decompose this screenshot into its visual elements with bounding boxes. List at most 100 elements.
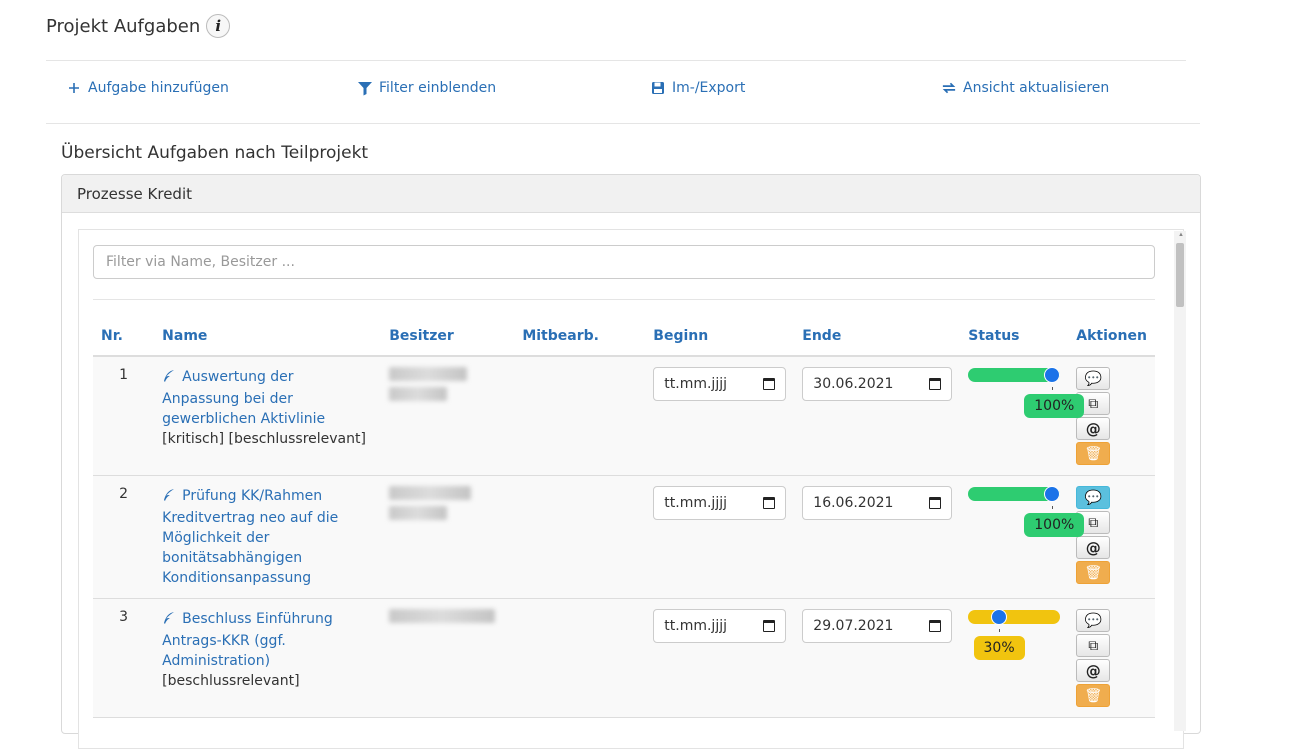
add-task-button[interactable]: Aufgabe hinzufügen bbox=[66, 80, 229, 96]
task-filter-input[interactable] bbox=[93, 245, 1155, 279]
show-filter-button[interactable]: Filter einblenden bbox=[357, 80, 496, 96]
page-title: Projekt Aufgaben bbox=[46, 15, 201, 37]
begin-date-input[interactable]: tt.mm.jjjj bbox=[653, 486, 787, 520]
scroll-up-icon[interactable]: ▲ bbox=[1178, 232, 1184, 238]
end-date-value: 29.07.2021 bbox=[813, 618, 894, 634]
scrollbar[interactable] bbox=[1174, 231, 1186, 731]
speech-bubbles-icon: 💬 bbox=[1084, 489, 1102, 506]
comments-button[interactable]: 💬 bbox=[1076, 367, 1111, 390]
column-header-nr[interactable]: Nr. bbox=[93, 317, 155, 357]
at-icon: @ bbox=[1085, 661, 1101, 680]
refresh-view-button[interactable]: Ansicht aktualisieren bbox=[941, 80, 1109, 96]
owner-blurred bbox=[389, 387, 448, 401]
refresh-arrows-icon bbox=[941, 80, 957, 96]
comments-button[interactable]: 💬 bbox=[1076, 486, 1111, 509]
at-icon: @ bbox=[1085, 419, 1101, 438]
feather-icon bbox=[162, 488, 176, 508]
owner-blurred bbox=[389, 609, 496, 623]
calendar-icon[interactable] bbox=[929, 620, 942, 632]
row-number: 3 bbox=[93, 598, 155, 718]
owner-blurred bbox=[389, 506, 448, 520]
divider bbox=[46, 123, 1200, 124]
task-name-link[interactable]: Beschluss Einführung Antrags-KKR (ggf. A… bbox=[162, 609, 373, 671]
calendar-icon[interactable] bbox=[763, 497, 776, 509]
begin-date-value: tt.mm.jjjj bbox=[664, 495, 727, 511]
column-header-name[interactable]: Name bbox=[154, 317, 382, 357]
owner-blurred bbox=[389, 486, 472, 500]
table-row: 3 Beschluss Einführung Antrags-KKR (ggf.… bbox=[93, 598, 1155, 718]
copy-icon: ⧉ bbox=[1088, 395, 1099, 412]
filter-icon bbox=[357, 80, 373, 96]
delete-button[interactable]: 🗑 bbox=[1076, 684, 1111, 707]
refresh-view-label: Ansicht aktualisieren bbox=[963, 80, 1110, 96]
status-slider[interactable]: 100% bbox=[968, 367, 1085, 437]
collaborators-cell bbox=[514, 598, 646, 718]
copy-button[interactable]: ⧉ bbox=[1076, 634, 1111, 657]
calendar-icon[interactable] bbox=[763, 378, 776, 390]
task-name-link[interactable]: Prüfung KK/Rahmen Kreditvertrag neo auf … bbox=[162, 486, 373, 588]
table-row: 2 Prüfung KK/Rahmen Kreditvertrag neo au… bbox=[93, 475, 1155, 599]
table-header-row: Nr. Name Besitzer Mitbearb. Beginn Ende … bbox=[93, 317, 1155, 357]
status-knob[interactable] bbox=[1044, 486, 1061, 502]
begin-date-value: tt.mm.jjjj bbox=[664, 618, 727, 634]
task-name-link[interactable]: Auswertung der Anpassung bei der gewerbl… bbox=[162, 367, 373, 429]
import-export-button[interactable]: Im-/Export bbox=[650, 80, 745, 96]
calendar-icon[interactable] bbox=[929, 378, 942, 390]
email-button[interactable]: @ bbox=[1076, 659, 1111, 682]
status-knob[interactable] bbox=[991, 609, 1008, 625]
speech-bubbles-icon: 💬 bbox=[1084, 370, 1102, 387]
import-export-label: Im-/Export bbox=[672, 80, 746, 96]
status-badge: 100% bbox=[1024, 513, 1085, 537]
task-table: Nr. Name Besitzer Mitbearb. Beginn Ende … bbox=[93, 317, 1155, 718]
status-pointer bbox=[999, 629, 1001, 632]
end-date-input[interactable]: 16.06.2021 bbox=[802, 486, 953, 520]
collaborators-cell bbox=[514, 356, 646, 476]
status-badge: 30% bbox=[973, 636, 1025, 660]
delete-button[interactable]: 🗑 bbox=[1076, 561, 1111, 584]
task-name-text: Prüfung KK/Rahmen Kreditvertrag neo auf … bbox=[162, 488, 339, 586]
toolbar: Aufgabe hinzufügen Filter einblenden Im-… bbox=[0, 80, 1299, 104]
task-name-text: Auswertung der Anpassung bei der gewerbl… bbox=[162, 369, 326, 427]
column-header-status[interactable]: Status bbox=[960, 317, 1069, 357]
delete-button[interactable]: 🗑 bbox=[1076, 442, 1111, 465]
column-header-begin[interactable]: Beginn bbox=[645, 317, 795, 357]
subproject-panel: Prozesse Kredit ▲ Nr. Name Besitzer Mitb… bbox=[61, 174, 1201, 749]
owner-blurred bbox=[389, 367, 468, 381]
calendar-icon[interactable] bbox=[763, 620, 776, 632]
status-pointer bbox=[1052, 387, 1054, 390]
trash-icon: 🗑 bbox=[1084, 445, 1103, 462]
task-name-text: Beschluss Einführung Antrags-KKR (ggf. A… bbox=[162, 611, 333, 669]
floppy-disk-icon bbox=[650, 80, 666, 96]
column-header-owner[interactable]: Besitzer bbox=[381, 317, 515, 357]
status-slider[interactable]: 100% bbox=[968, 486, 1085, 556]
status-pointer bbox=[1052, 506, 1054, 509]
status-track[interactable] bbox=[968, 610, 1061, 624]
end-date-input[interactable]: 30.06.2021 bbox=[802, 367, 953, 401]
begin-date-input[interactable]: tt.mm.jjjj bbox=[653, 609, 787, 643]
email-button[interactable]: @ bbox=[1076, 417, 1111, 440]
collaborators-cell bbox=[514, 475, 646, 599]
column-header-collaborators[interactable]: Mitbearb. bbox=[514, 317, 646, 357]
task-tags: [beschlussrelevant] bbox=[162, 673, 300, 689]
status-knob[interactable] bbox=[1044, 367, 1061, 383]
row-actions: 💬 ⧉ @ 🗑 bbox=[1076, 609, 1111, 707]
begin-date-input[interactable]: tt.mm.jjjj bbox=[653, 367, 787, 401]
calendar-icon[interactable] bbox=[929, 497, 942, 509]
status-slider[interactable]: 30% bbox=[968, 609, 1061, 679]
divider bbox=[46, 60, 1186, 61]
comments-button[interactable]: 💬 bbox=[1076, 609, 1111, 632]
feather-icon bbox=[162, 369, 176, 389]
at-icon: @ bbox=[1085, 538, 1101, 557]
column-header-end[interactable]: Ende bbox=[794, 317, 961, 357]
info-icon[interactable]: i bbox=[206, 14, 231, 38]
page-header: Projekt Aufgaben i bbox=[46, 14, 231, 38]
copy-icon: ⧉ bbox=[1088, 514, 1099, 531]
row-number: 2 bbox=[93, 475, 155, 599]
end-date-input[interactable]: 29.07.2021 bbox=[802, 609, 953, 643]
email-button[interactable]: @ bbox=[1076, 536, 1111, 559]
table-row: 1 Auswertung der Anpassung bei der gewer… bbox=[93, 356, 1155, 476]
section-title: Übersicht Aufgaben nach Teilprojekt bbox=[61, 143, 369, 163]
scrollbar-thumb[interactable] bbox=[1176, 243, 1184, 307]
panel-heading[interactable]: Prozesse Kredit bbox=[62, 175, 1200, 213]
trash-icon: 🗑 bbox=[1084, 687, 1103, 704]
